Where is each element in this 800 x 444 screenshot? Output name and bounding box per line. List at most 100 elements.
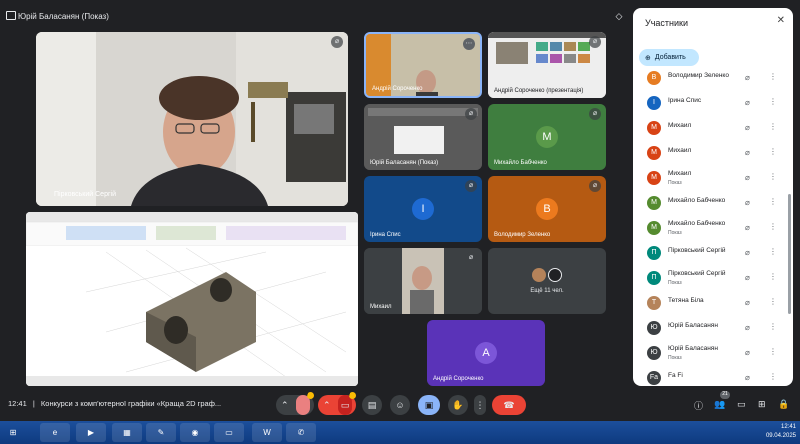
more-options-icon[interactable]: ⋮	[769, 247, 777, 256]
grid-tile-others[interactable]: Ещё 11 чел.	[488, 248, 606, 314]
participant-row[interactable]: B Володимир Зеленко ⌀ ⋮	[633, 66, 785, 91]
muted-mic-icon: ⌀	[745, 348, 750, 357]
speaker-tile[interactable]: ⌀ Пірковський Сергій	[36, 32, 348, 206]
activities-icon[interactable]: ⊞	[758, 399, 766, 410]
emoji-button[interactable]: ☺	[390, 395, 410, 415]
participant-avatar: M	[647, 196, 661, 210]
grid-tile-7[interactable]: ⌀ Михаил	[364, 248, 482, 314]
tile-3-name: Юрій Баласанян (Показ)	[370, 160, 439, 166]
explorer-ie-icon[interactable]: e	[40, 423, 70, 442]
chrome-icon[interactable]: ◉	[180, 423, 210, 442]
participant-avatar: Ю	[647, 321, 661, 335]
grid-tile-3[interactable]: ⌀ Юрій Баласанян (Показ)	[364, 104, 482, 170]
more-options-icon[interactable]: ⋮	[769, 222, 777, 231]
camera-warning-badge: !	[349, 392, 356, 399]
participant-row[interactable]: Ю Юрій Баласанян ⌀ ⋮	[633, 316, 785, 341]
clock-date: 09.04.2025	[765, 433, 796, 439]
folder-icon[interactable]: ▭	[214, 423, 244, 442]
participant-row[interactable]: M Михайло Бабченко Показ ⌀ ⋮	[633, 216, 785, 241]
captions-button[interactable]: ▤	[362, 395, 382, 415]
participant-row[interactable]: Fa Fa Fi ⌀ ⋮	[633, 366, 785, 386]
grid-tile-4[interactable]: M ⌀ Михайло Бабченко	[488, 104, 606, 170]
grid-tile-2[interactable]: ⌀ Андрій Сороченко (презентація)	[488, 32, 606, 98]
present-button[interactable]: ▣	[418, 395, 440, 415]
participant-name: Пірковський Сергій	[668, 247, 726, 254]
pin-icon[interactable]: ◇	[612, 9, 626, 23]
muted-mic-icon: ⌀	[465, 180, 477, 192]
tile-2-name: Андрій Сороченко (презентація)	[494, 88, 584, 94]
participant-avatar: П	[647, 271, 661, 285]
participant-name: Fa Fi	[668, 372, 683, 379]
info-icon[interactable]: ⓘ	[694, 399, 703, 412]
participant-row[interactable]: M Михайло Бабченко ⌀ ⋮	[633, 191, 785, 216]
tile-5-avatar: I	[412, 198, 434, 220]
muted-mic-icon: ⌀	[331, 36, 343, 48]
participant-sub: Показ	[668, 355, 682, 361]
muted-mic-icon: ⌀	[745, 198, 750, 207]
participant-row[interactable]: П Пірковський Сергій Показ ⌀ ⋮	[633, 266, 785, 291]
media-player-icon[interactable]: ▶	[76, 423, 106, 442]
more-options-icon[interactable]: ⋮	[769, 72, 777, 81]
participant-row[interactable]: M Михаил ⌀ ⋮	[633, 141, 785, 166]
tile-5-name: Ірина Спис	[370, 232, 401, 238]
more-options-icon[interactable]: ⋮	[769, 297, 777, 306]
participant-avatar: П	[647, 246, 661, 260]
grid-tile-6[interactable]: B ⌀ Володимир Зеленко	[488, 176, 606, 242]
meet-stage: Юрій Баласанян (Показ) ◇ ⌀ Пірковський С…	[0, 0, 800, 444]
more-options-icon[interactable]: ⋮	[769, 347, 777, 356]
participant-row[interactable]: Т Тетяна Біла ⌀ ⋮	[633, 291, 785, 316]
participant-list: B Володимир Зеленко ⌀ ⋮ I Ірина Спис ⌀ ⋮ M Михаил…	[633, 66, 785, 386]
muted-mic-icon: ⌀	[745, 298, 750, 307]
participant-name: Юрій Баласанян	[668, 345, 718, 352]
scrollbar[interactable]	[788, 194, 791, 314]
participant-avatar: Fa	[647, 371, 661, 385]
more-options-icon[interactable]: ⋮	[769, 372, 777, 381]
tile-9-name: Андрій Сороченко	[433, 376, 484, 382]
participant-name: Михаил	[668, 147, 692, 154]
screen-share-tile[interactable]	[26, 212, 358, 386]
more-options-icon[interactable]: ⋮	[769, 97, 777, 106]
participant-avatar: M	[647, 171, 661, 185]
grid-tile-9[interactable]: A Андрій Сороченко	[427, 320, 545, 386]
start-button-icon[interactable]: ⊞	[2, 423, 24, 442]
more-options-icon[interactable]: ⋯	[463, 38, 475, 50]
leave-call-button[interactable]: ☎	[492, 395, 526, 415]
mic-warning-badge: !	[307, 392, 314, 399]
chat-icon[interactable]: ▭	[737, 399, 746, 410]
lock-icon[interactable]: 🔒	[778, 399, 789, 410]
close-icon[interactable]: ✕	[777, 15, 785, 26]
more-options-button[interactable]: ⋮	[474, 395, 486, 415]
word-icon[interactable]: W	[252, 423, 282, 442]
more-options-icon[interactable]: ⋮	[769, 322, 777, 331]
windows-taskbar: ⊞ e ▶ ▦ ✎ ◉ ▭ W ✆ 12:41 09.04.2025	[0, 421, 800, 444]
muted-mic-icon: ⌀	[745, 173, 750, 182]
paint-icon[interactable]: ✎	[146, 423, 176, 442]
more-options-icon[interactable]: ⋮	[769, 197, 777, 206]
presenting-label: Юрій Баласанян (Показ)	[18, 11, 109, 21]
more-options-icon[interactable]: ⋮	[769, 122, 777, 131]
raise-hand-button[interactable]: ✋	[448, 395, 468, 415]
participant-row[interactable]: П Пірковський Сергій ⌀ ⋮	[633, 241, 785, 266]
participant-row[interactable]: M Михаил ⌀ ⋮	[633, 116, 785, 141]
presenting-bar: Юрій Баласанян (Показ) ◇	[0, 6, 630, 26]
muted-mic-icon: ⌀	[745, 248, 750, 257]
grid-tile-5[interactable]: I ⌀ Ірина Спис	[364, 176, 482, 242]
more-options-icon[interactable]: ⋮	[769, 172, 777, 181]
app-icon[interactable]: ▦	[112, 423, 142, 442]
panel-title: Участники	[645, 18, 688, 28]
grid-tile-1[interactable]: ⋯ Андрій Сороченко	[364, 32, 482, 98]
muted-mic-icon: ⌀	[745, 323, 750, 332]
participant-row[interactable]: M Михаил Показ ⌀ ⋮	[633, 166, 785, 191]
chevron-up-icon: ⌃	[281, 400, 289, 410]
muted-mic-icon: ⌀	[589, 108, 601, 120]
add-participant-button[interactable]: ⊕ Добавить	[639, 49, 699, 66]
participant-sub: Показ	[668, 230, 682, 236]
participant-row[interactable]: I Ірина Спис ⌀ ⋮	[633, 91, 785, 116]
more-options-icon[interactable]: ⋮	[769, 272, 777, 281]
viber-icon[interactable]: ✆	[286, 423, 316, 442]
participants-panel: Участники ✕ ⊕ Добавить B Володимир Зеленк…	[633, 8, 793, 386]
more-options-icon[interactable]: ⋮	[769, 147, 777, 156]
participant-row[interactable]: Ю Юрій Баласанян Показ ⌀ ⋮	[633, 341, 785, 366]
people-icon[interactable]: 👥	[714, 399, 725, 410]
system-clock: 12:41 09.04.2025	[766, 423, 796, 441]
